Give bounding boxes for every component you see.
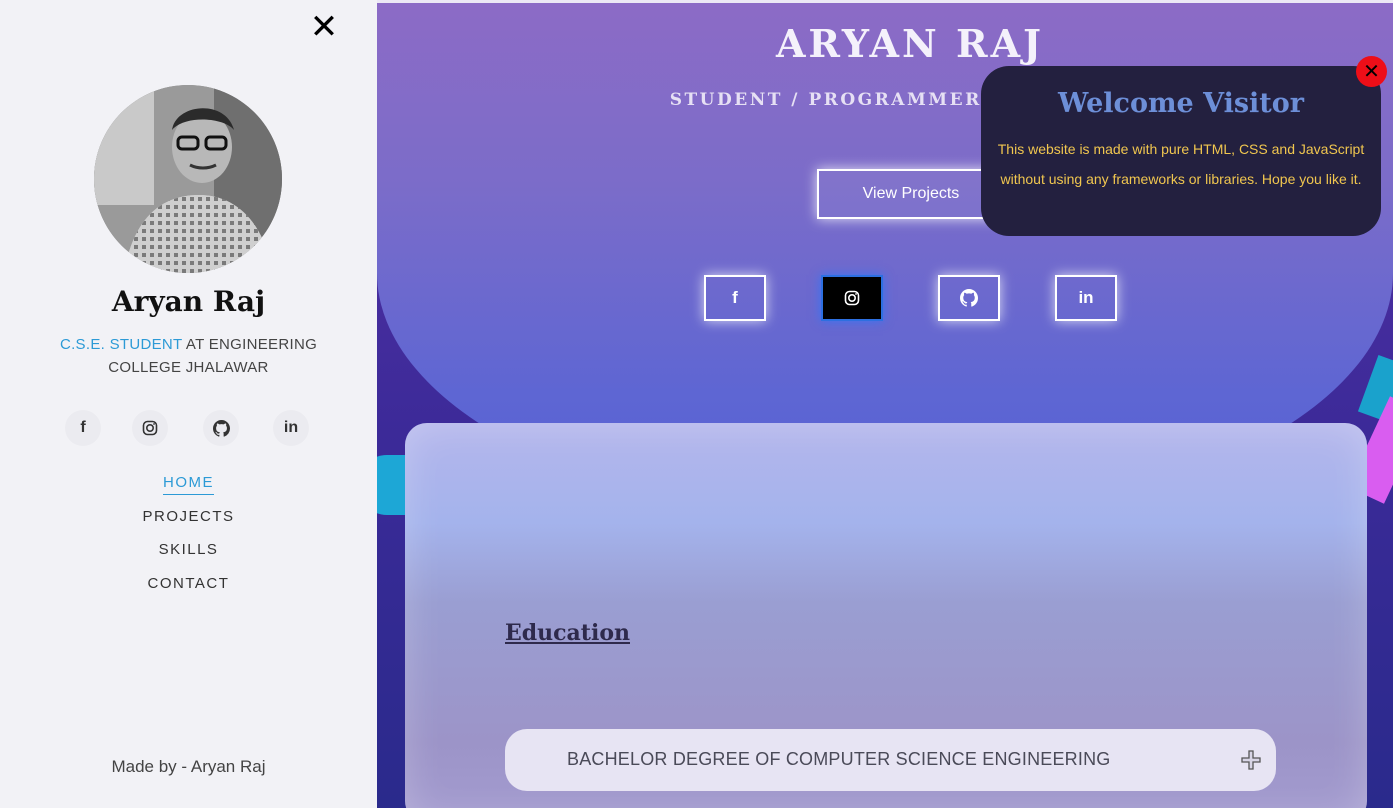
linkedin-icon[interactable]: in [273,410,309,446]
hero-github-icon[interactable] [938,275,1000,321]
hero-instagram-icon[interactable] [821,275,883,321]
nav-label-contact: CONTACT [147,574,230,592]
sidebar-footer: Made by - Aryan Raj [111,757,266,776]
nav-item-home[interactable]: HOME [0,472,377,506]
hero-facebook-glyph: f [732,288,738,307]
github-glyph [212,419,230,437]
nav-label-skills: SKILLS [158,541,219,558]
sidebar-name: Aryan Raj [111,285,266,318]
instagram-icon[interactable] [132,410,168,446]
github-icon[interactable] [203,410,239,446]
nav-item-skills[interactable]: SKILLS [0,539,377,573]
degree-accordion[interactable]: BACHELOR DEGREE OF COMPUTER SCIENCE ENGI… [505,729,1276,791]
degree-label: BACHELOR DEGREE OF COMPUTER SCIENCE ENGI… [567,749,1111,769]
hero-linkedin-icon[interactable]: in [1055,275,1117,321]
hero-facebook-icon[interactable]: f [704,275,766,321]
hero-instagram-glyph [844,290,860,306]
popup-close-icon[interactable]: ✕ [1356,56,1387,87]
linkedin-glyph: in [283,419,299,436]
hero-github-glyph [960,289,978,307]
facebook-icon[interactable]: f [65,410,101,446]
nav-label-home: HOME [163,474,214,495]
instagram-glyph [142,420,158,436]
education-title: Education [505,620,630,646]
nav-label-projects: PROJECTS [142,507,235,525]
sidebar-nav: HOME PROJECTS SKILLS CONTACT [0,472,377,606]
profile-photo [94,85,282,273]
popup-title: Welcome Visitor [1057,88,1305,119]
nav-item-contact[interactable]: CONTACT [0,573,377,607]
hero-linkedin-glyph: in [1078,288,1094,307]
sidebar-close-icon[interactable]: ✕ [309,10,339,44]
popup-body: This website is made with pure HTML, CSS… [997,141,1365,187]
avatar [94,85,282,273]
sidebar-social-links: f in [0,410,377,446]
plus-icon [1241,750,1261,770]
sidebar-tagline: C.S.E. STUDENT AT ENGINEERING COLLEGE JH… [40,333,337,379]
view-projects-button[interactable]: View Projects [817,169,1005,219]
welcome-popup: Welcome Visitor This website is made wit… [981,66,1381,236]
hero-name: ARYAN RAJ [775,21,1045,66]
facebook-glyph: f [80,419,86,436]
education-card: Education BACHELOR DEGREE OF COMPUTER SC… [405,423,1367,808]
sidebar: ✕ Aryan Raj C.S.E. STUDENT AT ENGINEERIN… [0,0,377,808]
tagline-accent: C.S.E. STUDENT [59,336,183,353]
nav-item-projects[interactable]: PROJECTS [0,506,377,540]
